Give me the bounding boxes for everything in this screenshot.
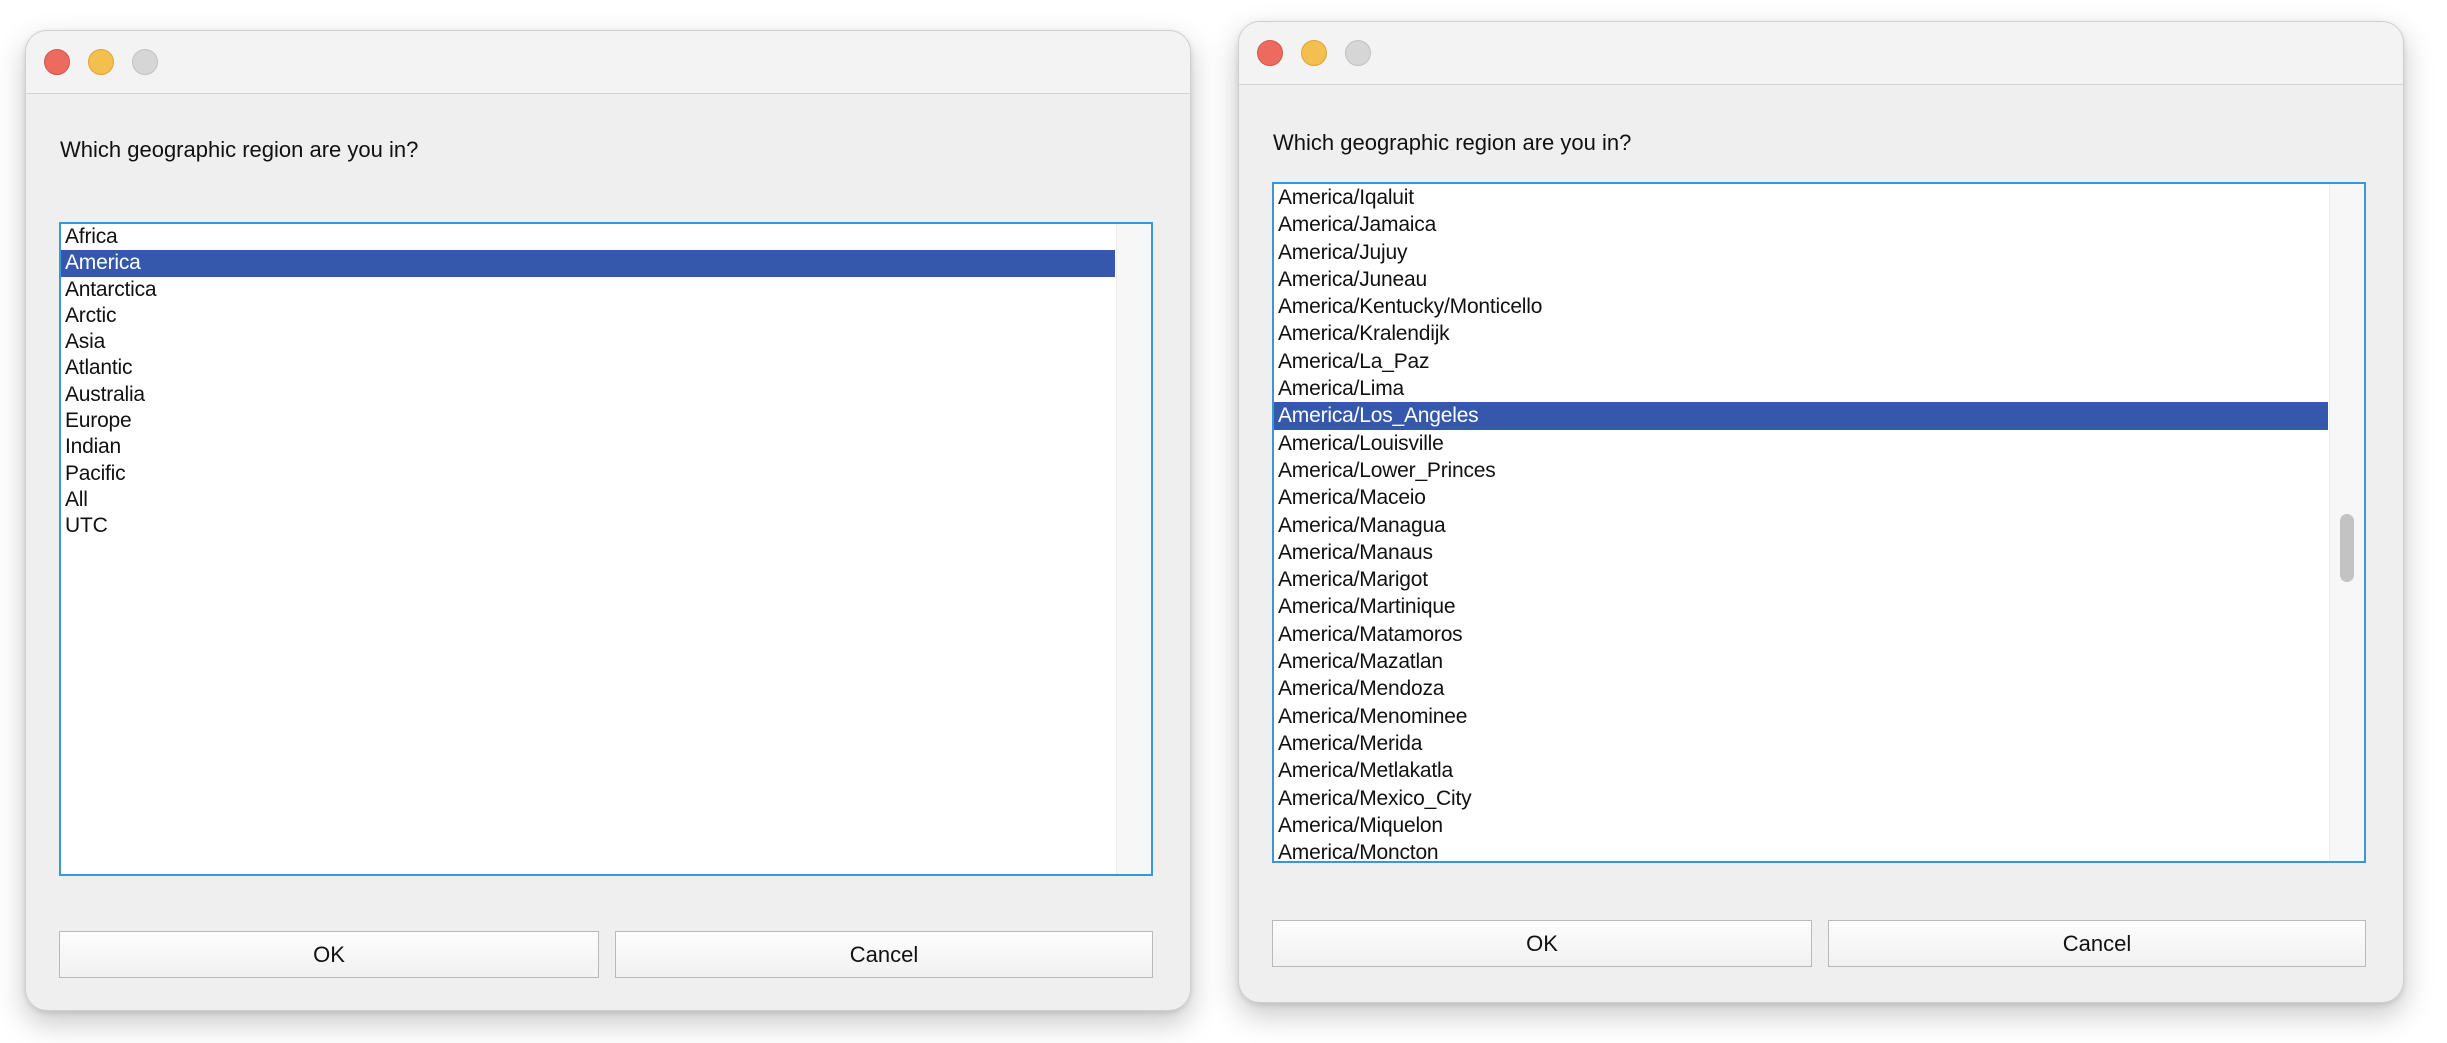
list-item[interactable]: Antarctica — [61, 277, 1115, 303]
list-item[interactable]: America/Jujuy — [1274, 239, 2328, 266]
cancel-button[interactable]: Cancel — [1828, 920, 2366, 967]
list-item[interactable]: America/Mexico_City — [1274, 785, 2328, 812]
list-item[interactable]: America/Martinique — [1274, 593, 2328, 620]
list-item[interactable]: America/Menominee — [1274, 703, 2328, 730]
minimize-window-button[interactable] — [1301, 40, 1327, 66]
list-item[interactable]: Indian — [61, 434, 1115, 460]
ok-button[interactable]: OK — [1272, 920, 1812, 967]
list-item[interactable]: America/Managua — [1274, 512, 2328, 539]
listbox-rows: America/Iqaluit America/Jamaica America/Ju… — [1274, 184, 2328, 861]
timezone-dialog-window: Which geographic region are you in? Amer… — [1238, 21, 2404, 1003]
list-item[interactable]: America/Merida — [1274, 730, 2328, 757]
region-dialog-window: Which geographic region are you in? Afri… — [25, 30, 1191, 1011]
list-item[interactable]: America/Lima — [1274, 375, 2328, 402]
listbox-scrollbar[interactable] — [1116, 224, 1151, 874]
list-item[interactable]: America/Miquelon — [1274, 812, 2328, 839]
list-item[interactable]: America/Metlakatla — [1274, 757, 2328, 784]
timezone-listbox[interactable]: America/Iqaluit America/Jamaica America/Ju… — [1272, 182, 2366, 863]
list-item[interactable]: America/Mazatlan — [1274, 648, 2328, 675]
zoom-window-button — [132, 49, 158, 75]
list-item[interactable]: America/Maceio — [1274, 484, 2328, 511]
list-item[interactable]: Australia — [61, 382, 1115, 408]
list-item[interactable]: America/Lower_Princes — [1274, 457, 2328, 484]
list-item[interactable]: America/Juneau — [1274, 266, 2328, 293]
list-item[interactable]: America/Manaus — [1274, 539, 2328, 566]
list-item[interactable]: America/La_Paz — [1274, 348, 2328, 375]
title-bar[interactable] — [1239, 22, 2403, 85]
list-item[interactable]: Pacific — [61, 461, 1115, 487]
cancel-button[interactable]: Cancel — [615, 931, 1153, 978]
list-item[interactable]: All — [61, 487, 1115, 513]
close-window-button[interactable] — [1257, 40, 1283, 66]
list-item-selected[interactable]: America — [61, 250, 1115, 277]
list-item[interactable]: America/Jamaica — [1274, 211, 2328, 238]
dialog-prompt: Which geographic region are you in? — [60, 137, 419, 162]
list-item[interactable]: America/Matamoros — [1274, 621, 2328, 648]
dialog-prompt: Which geographic region are you in? — [1273, 130, 1632, 155]
title-bar[interactable] — [26, 31, 1190, 94]
list-item[interactable]: America/Mendoza — [1274, 675, 2328, 702]
listbox-rows: Africa America Antarctica Arctic Asia Atlanti… — [61, 224, 1115, 540]
listbox-scrollbar[interactable] — [2329, 184, 2364, 861]
list-item[interactable]: America/Marigot — [1274, 566, 2328, 593]
close-window-button[interactable] — [44, 49, 70, 75]
list-item[interactable]: Europe — [61, 408, 1115, 434]
list-item[interactable]: America/Kralendijk — [1274, 320, 2328, 347]
list-item[interactable]: Asia — [61, 329, 1115, 355]
list-item[interactable]: UTC — [61, 513, 1115, 539]
minimize-window-button[interactable] — [88, 49, 114, 75]
ok-button[interactable]: OK — [59, 931, 599, 978]
region-listbox[interactable]: Africa America Antarctica Arctic Asia Atlanti… — [59, 222, 1153, 876]
scrollbar-thumb[interactable] — [2340, 514, 2354, 582]
list-item-selected[interactable]: America/Los_Angeles — [1274, 402, 2328, 430]
list-item[interactable]: America/Louisville — [1274, 430, 2328, 457]
list-item[interactable]: Africa — [61, 224, 1115, 250]
list-item[interactable]: America/Kentucky/Monticello — [1274, 293, 2328, 320]
list-item[interactable]: America/Iqaluit — [1274, 184, 2328, 211]
zoom-window-button — [1345, 40, 1371, 66]
list-item[interactable]: Atlantic — [61, 355, 1115, 381]
list-item[interactable]: Arctic — [61, 303, 1115, 329]
list-item[interactable]: America/Moncton — [1274, 839, 2328, 861]
